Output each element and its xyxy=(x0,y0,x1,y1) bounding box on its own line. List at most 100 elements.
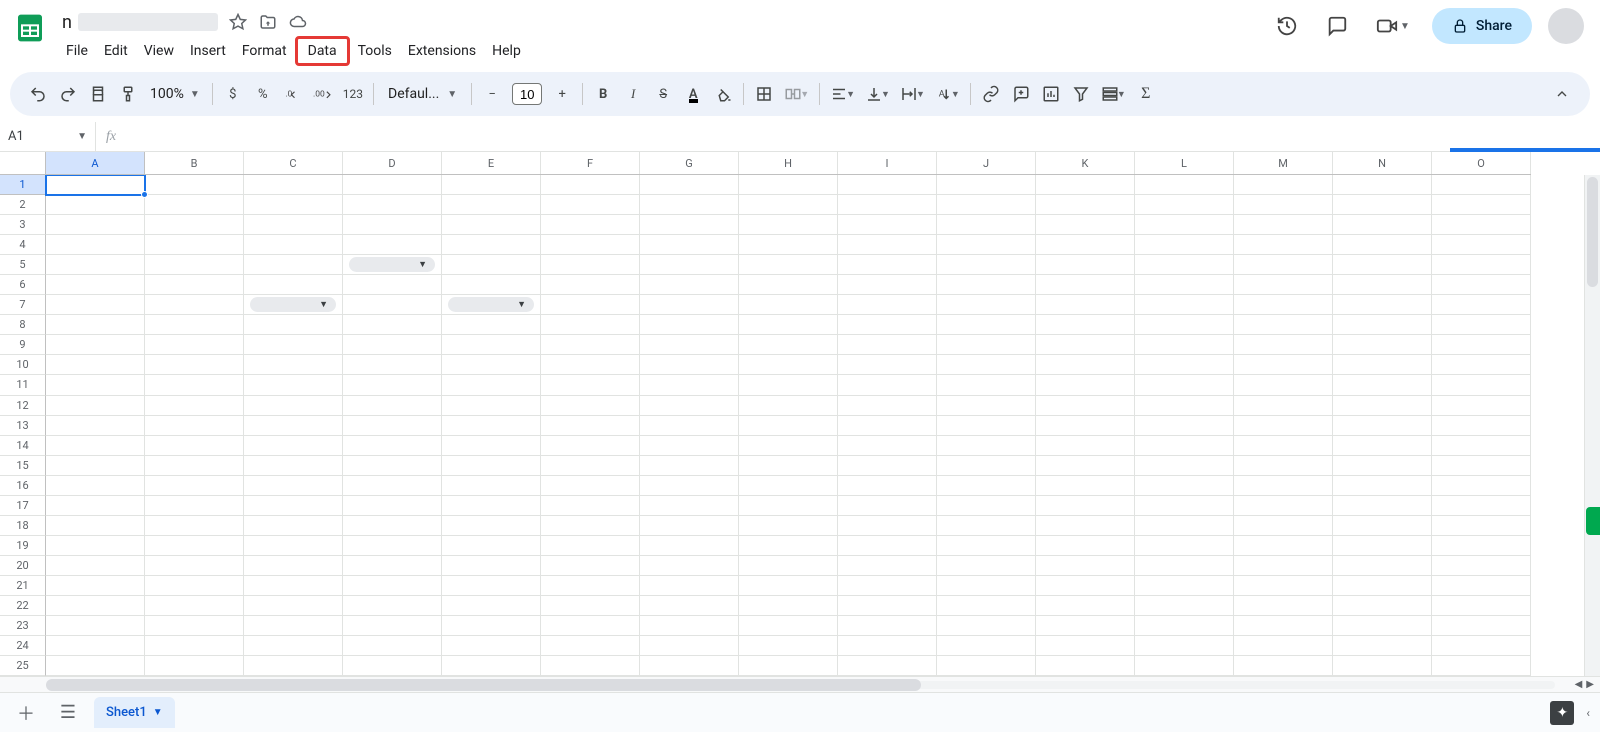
cell[interactable] xyxy=(343,215,442,235)
cell[interactable] xyxy=(1234,416,1333,436)
insert-chart-button[interactable] xyxy=(1037,79,1065,109)
cell[interactable] xyxy=(46,195,145,215)
column-header[interactable]: N xyxy=(1333,152,1432,174)
cell[interactable] xyxy=(145,436,244,456)
text-rotation-button[interactable]: A▼ xyxy=(931,79,964,109)
cell[interactable] xyxy=(244,476,343,496)
cell[interactable] xyxy=(838,335,937,355)
row-header[interactable]: 18 xyxy=(0,516,46,536)
cell[interactable] xyxy=(244,315,343,335)
column-header[interactable]: H xyxy=(739,152,838,174)
history-icon[interactable] xyxy=(1270,9,1304,43)
cell[interactable] xyxy=(46,516,145,536)
cell[interactable] xyxy=(442,636,541,656)
cell[interactable] xyxy=(541,315,640,335)
row-header[interactable]: 9 xyxy=(0,335,46,355)
cell[interactable] xyxy=(1333,396,1432,416)
cell[interactable] xyxy=(739,255,838,275)
cell[interactable] xyxy=(640,355,739,375)
row-header[interactable]: 10 xyxy=(0,355,46,375)
cell[interactable] xyxy=(343,175,442,195)
share-button[interactable]: Share xyxy=(1432,8,1532,44)
cell[interactable] xyxy=(244,576,343,596)
cell[interactable] xyxy=(541,416,640,436)
cell[interactable] xyxy=(640,195,739,215)
cell[interactable] xyxy=(541,195,640,215)
filter-button[interactable] xyxy=(1067,79,1095,109)
cell[interactable] xyxy=(640,436,739,456)
cell[interactable] xyxy=(244,416,343,436)
cell[interactable] xyxy=(739,436,838,456)
cell[interactable] xyxy=(1135,436,1234,456)
cell[interactable] xyxy=(937,215,1036,235)
cell[interactable] xyxy=(145,396,244,416)
cell[interactable] xyxy=(739,516,838,536)
row-header[interactable]: 20 xyxy=(0,556,46,576)
menu-edit[interactable]: Edit xyxy=(96,39,136,63)
cell[interactable] xyxy=(1234,275,1333,295)
column-header[interactable]: L xyxy=(1135,152,1234,174)
cell[interactable] xyxy=(739,335,838,355)
cell[interactable] xyxy=(838,375,937,395)
cell[interactable] xyxy=(244,556,343,576)
cell[interactable] xyxy=(937,516,1036,536)
text-color-button[interactable]: A xyxy=(679,79,707,109)
cell[interactable] xyxy=(1333,496,1432,516)
cell[interactable] xyxy=(1333,255,1432,275)
meet-icon[interactable]: ▼ xyxy=(1370,9,1416,43)
cell[interactable] xyxy=(442,275,541,295)
row-header[interactable]: 21 xyxy=(0,576,46,596)
cell[interactable] xyxy=(46,476,145,496)
account-avatar[interactable] xyxy=(1548,8,1584,44)
comments-icon[interactable] xyxy=(1320,9,1354,43)
cell[interactable] xyxy=(442,476,541,496)
cell[interactable] xyxy=(1234,195,1333,215)
cell[interactable] xyxy=(937,616,1036,636)
cell[interactable] xyxy=(640,175,739,195)
cell[interactable] xyxy=(1333,375,1432,395)
cell[interactable] xyxy=(937,315,1036,335)
cell[interactable] xyxy=(1135,375,1234,395)
cell[interactable] xyxy=(442,295,541,315)
cell[interactable] xyxy=(937,195,1036,215)
cell[interactable] xyxy=(244,516,343,536)
row-header[interactable]: 4 xyxy=(0,235,46,255)
move-icon[interactable] xyxy=(258,12,278,32)
column-header[interactable]: D xyxy=(343,152,442,174)
cell[interactable] xyxy=(640,416,739,436)
cell[interactable] xyxy=(1234,315,1333,335)
bold-button[interactable]: B xyxy=(589,79,617,109)
cell[interactable] xyxy=(1432,456,1531,476)
format-percent-button[interactable]: % xyxy=(249,79,277,109)
cell[interactable] xyxy=(244,496,343,516)
cell[interactable] xyxy=(640,556,739,576)
row-header[interactable]: 6 xyxy=(0,275,46,295)
strikethrough-button[interactable]: S xyxy=(649,79,677,109)
cell[interactable] xyxy=(838,636,937,656)
cell[interactable] xyxy=(46,396,145,416)
cell[interactable] xyxy=(1234,295,1333,315)
cell[interactable] xyxy=(1432,656,1531,676)
cell[interactable] xyxy=(838,576,937,596)
cell[interactable] xyxy=(145,496,244,516)
column-header[interactable]: O xyxy=(1432,152,1531,174)
cell[interactable] xyxy=(541,576,640,596)
cell[interactable] xyxy=(838,496,937,516)
zoom-select[interactable]: 100%▼ xyxy=(144,86,206,102)
cell[interactable] xyxy=(1036,656,1135,676)
cell[interactable] xyxy=(1333,195,1432,215)
cell[interactable] xyxy=(838,456,937,476)
font-size-input[interactable] xyxy=(512,83,542,105)
cell[interactable] xyxy=(739,275,838,295)
cell[interactable] xyxy=(145,375,244,395)
cell[interactable] xyxy=(640,636,739,656)
borders-button[interactable] xyxy=(750,79,778,109)
all-sheets-button[interactable]: ☰ xyxy=(52,697,84,729)
cell[interactable] xyxy=(1333,636,1432,656)
cell[interactable] xyxy=(1432,195,1531,215)
cell[interactable] xyxy=(937,275,1036,295)
cell[interactable] xyxy=(244,235,343,255)
cell[interactable] xyxy=(1432,235,1531,255)
cell[interactable] xyxy=(343,436,442,456)
cell[interactable] xyxy=(343,195,442,215)
